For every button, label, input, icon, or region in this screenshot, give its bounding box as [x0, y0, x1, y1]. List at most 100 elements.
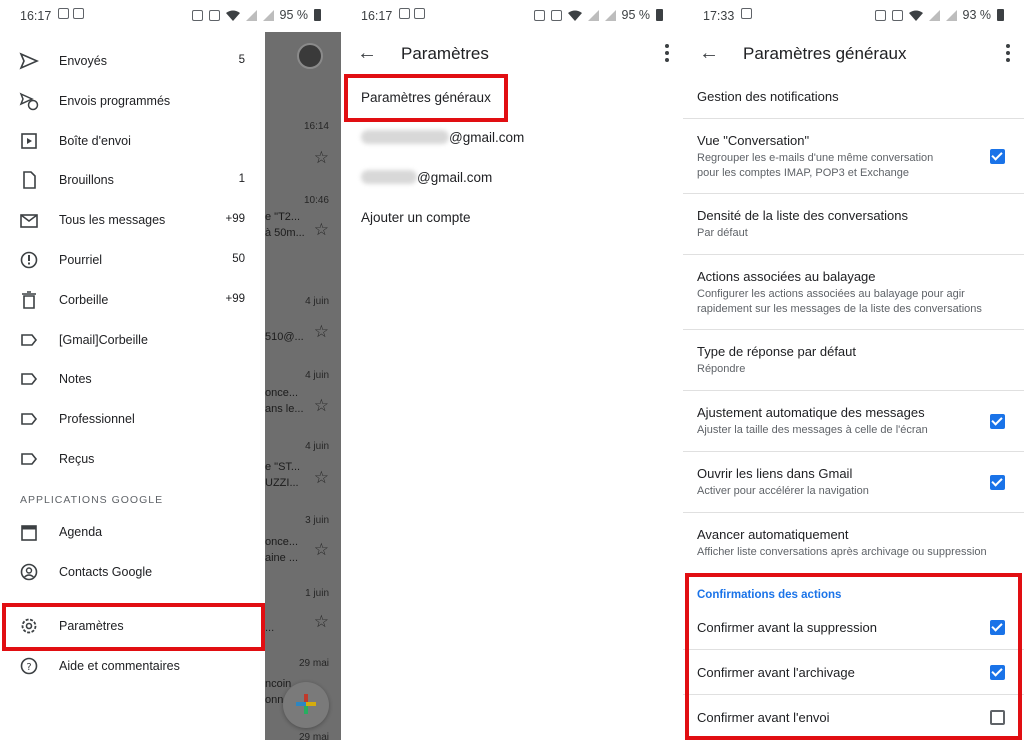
- settings-row[interactable]: Gestion des notifications: [683, 76, 1024, 119]
- settings-row-title: Gestion des notifications: [697, 89, 839, 104]
- vibrate-icon: [550, 9, 562, 21]
- drawer-item-label: Aide et commentaires: [59, 659, 180, 673]
- unread-count: +99: [225, 213, 245, 226]
- avatar[interactable]: [297, 43, 323, 69]
- highlight-settings: [2, 603, 265, 651]
- star-icon[interactable]: ☆: [314, 612, 329, 632]
- settings-row-title: Actions associées au balayage: [697, 269, 876, 284]
- drawer-screen: 16:17 95 % 16:14 10:46 4 juin 4 juin 4 juin 3…: [0, 0, 341, 740]
- message-snippet: ans le...: [265, 403, 304, 415]
- inbox-scrim[interactable]: 16:14 10:46 4 juin 4 juin 4 juin 3 juin 1 juin…: [265, 32, 341, 740]
- message-time: 4 juin: [305, 441, 329, 452]
- drawer-item-help[interactable]: ? Aide et commentaires: [0, 647, 265, 687]
- back-arrow-icon[interactable]: ←: [699, 42, 719, 65]
- drawer-item[interactable]: Notes: [0, 360, 265, 400]
- battery-level: 95 %: [621, 8, 651, 22]
- more-options-icon[interactable]: [665, 44, 669, 62]
- compose-button[interactable]: [283, 682, 329, 728]
- drawer-item[interactable]: Brouillons 1: [0, 161, 265, 201]
- drawer-item[interactable]: Tous les messages +99: [0, 201, 265, 241]
- star-icon[interactable]: ☆: [314, 220, 329, 240]
- drawer-item[interactable]: Envois programmés: [0, 82, 265, 122]
- drawer-item-label: Contacts Google: [59, 565, 153, 579]
- drawer-item[interactable]: [Gmail]Corbeille: [0, 321, 265, 361]
- message-time: 4 juin: [305, 370, 329, 381]
- back-arrow-icon[interactable]: ←: [357, 42, 377, 65]
- image-notification-icon: [741, 8, 752, 19]
- settings-row[interactable]: Ouvrir les liens dans Gmail Activer pour …: [683, 452, 1024, 513]
- drawer-app-item[interactable]: Agenda: [0, 513, 265, 553]
- unread-count: 1: [238, 173, 245, 186]
- star-icon[interactable]: ☆: [314, 148, 329, 168]
- label-icon: [21, 413, 38, 425]
- drawer-item-label: Professionnel: [59, 412, 135, 427]
- star-icon[interactable]: ☆: [314, 396, 329, 416]
- drawer-item-label: Boîte d'envoi: [59, 133, 131, 148]
- drawer-item[interactable]: Pourriel 50: [0, 241, 265, 281]
- settings-row[interactable]: Type de réponse par défaut Répondre: [683, 330, 1024, 391]
- settings-row[interactable]: Densité de la liste des conversations Par…: [683, 194, 1024, 255]
- settings-row-title: Ajustement automatique des messages: [697, 405, 925, 420]
- status-bar: 16:17 95 %: [341, 0, 683, 32]
- wifi-icon: [908, 10, 923, 21]
- drawer-app-item[interactable]: Contacts Google: [0, 553, 265, 593]
- message-snippet: à 50m...: [265, 227, 305, 239]
- settings-row-summary: rapidement sur les messages de la liste …: [697, 303, 982, 315]
- settings-item-account-2[interactable]: @gmail.com: [361, 170, 492, 185]
- all-mail-icon: [20, 214, 38, 228]
- spam-icon: [20, 251, 38, 269]
- vibrate-icon: [208, 9, 220, 21]
- battery-icon: [314, 9, 321, 21]
- status-bar: 17:33 93 %: [683, 0, 1024, 32]
- settings-row-summary: Ajuster la taille des messages à celle d…: [697, 424, 928, 436]
- drawer-item[interactable]: Boîte d'envoi: [0, 122, 265, 162]
- settings-row[interactable]: Vue "Conversation" Regrouper les e-mails …: [683, 119, 1024, 194]
- settings-row[interactable]: Actions associées au balayage Configurer …: [683, 255, 1024, 330]
- wifi-icon: [567, 10, 582, 21]
- settings-row-summary: Afficher liste conversations après archi…: [697, 546, 987, 558]
- page-title: Paramètres: [401, 44, 489, 63]
- message-time: 29 mai: [298, 732, 329, 740]
- message-snippet: once...: [265, 536, 299, 548]
- drawer-item-label: Brouillons: [59, 173, 114, 188]
- account-email: @gmail.com: [417, 170, 493, 185]
- settings-item-account-1[interactable]: @gmail.com: [361, 130, 524, 145]
- settings-row[interactable]: Avancer automatiquement Afficher liste co…: [683, 513, 1024, 573]
- drawer-item[interactable]: Envoyés 5: [0, 42, 265, 82]
- checkbox-checked[interactable]: [990, 414, 1005, 429]
- checkbox-checked[interactable]: [990, 149, 1005, 164]
- drawer-item[interactable]: Corbeille +99: [0, 281, 265, 321]
- settings-row-summary: Par défaut: [697, 227, 748, 239]
- drawer-item[interactable]: Reçus: [0, 440, 265, 480]
- more-options-icon[interactable]: [1006, 44, 1010, 62]
- message-snippet: aine ...: [265, 552, 299, 564]
- drawer-item[interactable]: Professionnel: [0, 400, 265, 440]
- settings-row[interactable]: Ajustement automatique des messages Ajust…: [683, 391, 1024, 452]
- settings-row-title: Vue "Conversation": [697, 133, 810, 148]
- message-snippet: 510@...: [265, 331, 304, 343]
- status-time: 16:17: [20, 9, 52, 23]
- checkbox-checked[interactable]: [990, 475, 1005, 490]
- star-icon[interactable]: ☆: [314, 468, 329, 488]
- nfc-icon: [874, 9, 886, 21]
- drawer-item-label: [Gmail]Corbeille: [59, 332, 148, 347]
- settings-screen: 16:17 95 % ← Paramètres Paramètres génér…: [341, 0, 683, 740]
- settings-item-add-account[interactable]: Ajouter un compte: [361, 210, 471, 225]
- star-icon[interactable]: ☆: [314, 322, 329, 342]
- drawer-item-label: Envois programmés: [59, 93, 171, 108]
- message-time: 29 mai: [298, 658, 329, 669]
- status-time: 17:33: [703, 9, 735, 23]
- message-time: 10:46: [303, 195, 329, 206]
- signal-2-icon: [945, 9, 957, 21]
- star-icon[interactable]: ☆: [314, 540, 329, 560]
- label-icon: [21, 333, 38, 346]
- settings-row-title: Type de réponse par défaut: [697, 344, 857, 359]
- battery-level: 93 %: [962, 8, 992, 22]
- page-title: Paramètres généraux: [743, 44, 907, 63]
- help-icon: ?: [20, 657, 38, 675]
- drawer-item-label: Tous les messages: [59, 213, 166, 228]
- battery-level: 95 %: [279, 8, 309, 22]
- settings-row-summary: Regrouper les e-mails d'une même convers…: [697, 152, 934, 164]
- settings-item-label: Ajouter un compte: [361, 210, 471, 225]
- message-time: 3 juin: [305, 515, 329, 526]
